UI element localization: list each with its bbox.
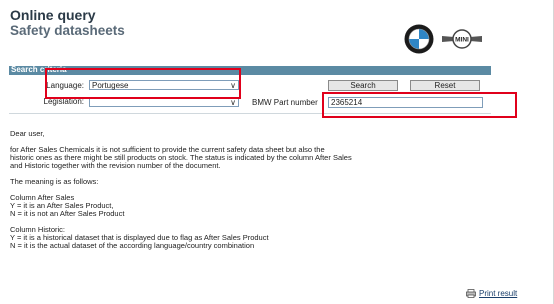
after-sales-n: N = it is not an After Sales Product <box>10 209 125 218</box>
chevron-down-icon: ∨ <box>230 98 236 107</box>
mini-logo-text: MINI <box>455 37 469 44</box>
meaning-line: The meaning is as follows: <box>10 177 99 186</box>
mini-logo: MINI <box>442 29 482 49</box>
highlight-part-number <box>322 92 517 118</box>
page-title: Online query <box>10 7 96 23</box>
intro-line: and Historic together with the revision … <box>10 161 221 170</box>
printer-icon <box>466 289 476 298</box>
greeting: Dear user, <box>10 129 45 138</box>
title-block: Online query Safety datasheets <box>10 7 125 39</box>
historic-block: Column Historic: Y = it is a historical … <box>10 226 490 250</box>
highlight-language <box>45 68 241 99</box>
print-result-label: Print result <box>479 289 518 298</box>
after-sales-block: Column After Sales Y = it is an After Sa… <box>10 194 490 218</box>
bmw-logo <box>404 24 434 54</box>
part-number-label: BMW Part number <box>252 98 318 107</box>
page-subtitle: Safety datasheets <box>10 23 125 38</box>
reset-button[interactable]: Reset <box>410 80 480 91</box>
historic-n: N = it is the actual dataset of the acco… <box>10 241 255 250</box>
search-button[interactable]: Search <box>328 80 398 91</box>
intro-paragraph: for After Sales Chemicals it is not suff… <box>10 146 490 170</box>
info-text: Dear user, for After Sales Chemicals it … <box>10 130 490 258</box>
page: Online query Safety datasheets MINI Sear… <box>0 0 554 304</box>
print-result-link[interactable]: Print result <box>466 289 517 298</box>
brand-logos: MINI <box>404 24 484 54</box>
